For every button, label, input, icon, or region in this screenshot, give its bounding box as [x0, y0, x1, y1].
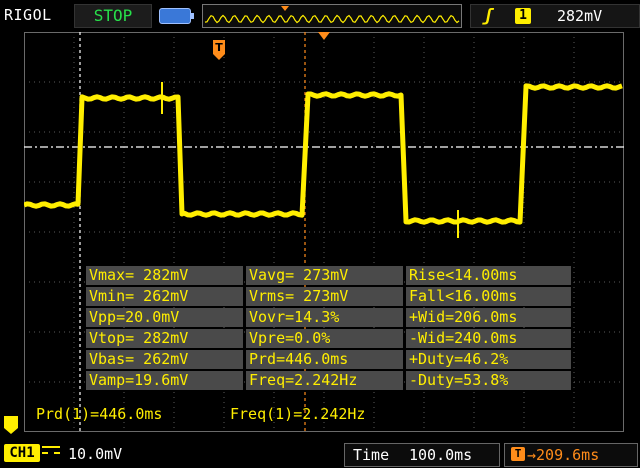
period-readout: Prd(1)=446.0ms — [36, 405, 163, 423]
dc-coupling-icon — [42, 446, 60, 460]
measurement-cell: Vmin= 262mV — [86, 287, 243, 306]
measurement-row: Vmax= 282mV Vavg= 273mV Rise<14.00ms — [86, 266, 574, 285]
measurement-row: Vmin= 262mV Vrms= 273mV Fall<16.00ms — [86, 287, 574, 306]
timebase-panel[interactable]: Time 100.0ms — [344, 443, 500, 467]
measurement-cell: -Wid=240.0ms — [406, 329, 571, 348]
trigger-panel[interactable]: ʃ 1 282mV — [470, 4, 640, 28]
timebase-value: 100.0ms — [409, 446, 473, 464]
trigger-level: 282mV — [557, 7, 603, 25]
measurement-cell: Vpp=20.0mV — [86, 308, 243, 327]
measurement-cell: -Duty=53.8% — [406, 371, 571, 390]
measurement-cell: +Wid=206.0ms — [406, 308, 571, 327]
trigger-delay-panel[interactable]: T →209.6ms — [504, 443, 638, 467]
measurement-row: Vamp=19.6mV Freq=2.242Hz -Duty=53.8% — [86, 371, 574, 390]
run-stop-indicator[interactable]: STOP — [74, 4, 152, 28]
overview-trigger-marker — [281, 6, 289, 11]
trigger-delay-value: →209.6ms — [527, 446, 600, 464]
rising-edge-icon: ʃ — [483, 6, 494, 26]
measurement-row: Vtop= 282mV Vpre=0.0% -Wid=240.0ms — [86, 329, 574, 348]
measurement-cell: Vavg= 273mV — [246, 266, 403, 285]
measurement-cell: Vpre=0.0% — [246, 329, 403, 348]
measurement-cell: Vamp=19.6mV — [86, 371, 243, 390]
measurement-cell: Vbas= 262mV — [86, 350, 243, 369]
ch1-badge[interactable]: CH1 — [4, 444, 40, 462]
measurement-cell: Vtop= 282mV — [86, 329, 243, 348]
top-status-bar: RIGOL STOP ʃ 1 282mV — [0, 0, 640, 32]
trigger-source-badge: 1 — [515, 8, 531, 24]
measurement-cell: Freq=2.242Hz — [246, 371, 403, 390]
measurement-row: Vpp=20.0mV Vovr=14.3% +Wid=206.0ms — [86, 308, 574, 327]
battery-icon — [159, 8, 194, 24]
frequency-readout: Freq(1)=2.242Hz — [230, 405, 366, 423]
measurement-cell: Rise<14.00ms — [406, 266, 571, 285]
overview-trace — [204, 14, 460, 24]
timebase-label: Time — [353, 446, 390, 464]
measurement-table: Vmax= 282mV Vavg= 273mV Rise<14.00ms Vmin= … — [86, 266, 574, 392]
measurement-cell: Vovr=14.3% — [246, 308, 403, 327]
measurement-cell: Prd=446.0ms — [246, 350, 403, 369]
oscilloscope-screen: RIGOL STOP ʃ 1 282mV T Vmax= 282mV Vavg=… — [0, 0, 640, 468]
overview-waveform — [204, 6, 460, 24]
ch1-vertical-scale[interactable]: 10.0mV — [68, 445, 122, 463]
trigger-delay-icon: T — [511, 447, 525, 461]
ch1-ground-marker[interactable] — [4, 416, 18, 434]
bottom-status-bar: CH1 10.0mV Time 100.0ms T →209.6ms — [0, 440, 640, 468]
brand-logo: RIGOL — [4, 6, 52, 24]
trigger-t-letter: T — [215, 41, 223, 54]
measurement-cell: Vrms= 273mV — [246, 287, 403, 306]
measurement-cell: Vmax= 282mV — [86, 266, 243, 285]
measurement-cell: Fall<16.00ms — [406, 287, 571, 306]
memory-overview-bar[interactable] — [202, 4, 462, 28]
measurement-row: Vbas= 262mV Prd=446.0ms +Duty=46.2% — [86, 350, 574, 369]
measurement-cell: +Duty=46.2% — [406, 350, 571, 369]
